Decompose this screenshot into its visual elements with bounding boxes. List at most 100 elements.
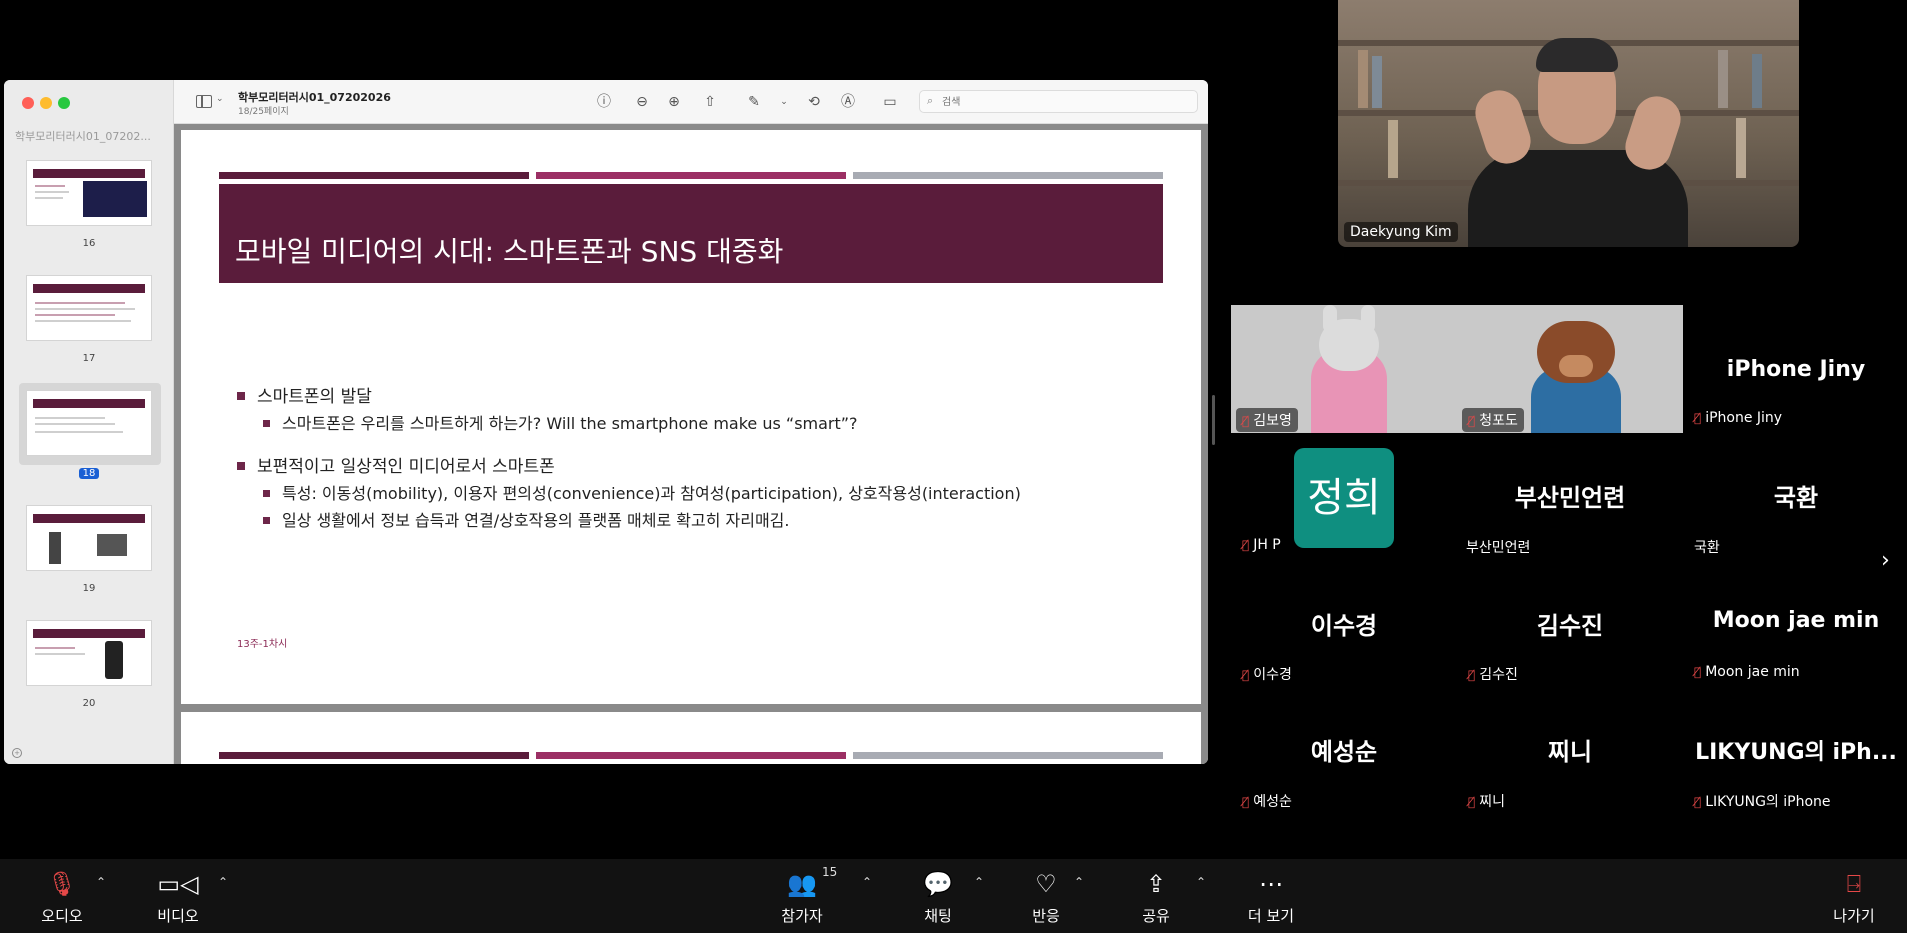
zoom-window-button[interactable] xyxy=(58,97,70,109)
page-thumbnail-19[interactable] xyxy=(26,505,152,571)
close-window-button[interactable] xyxy=(22,97,34,109)
slide-page-18: 모바일 미디어의 시대: 스마트폰과 SNS 대중화 스마트폰의 발달 스마트폰… xyxy=(181,130,1201,704)
participant-name: iPhone Jiny xyxy=(1705,410,1783,426)
form-fill-icon[interactable]: ▭ xyxy=(880,92,900,112)
bullet-level-1: 보편적이고 일상적인 미디어로서 스마트폰 xyxy=(237,452,555,477)
participant-name: 국환 xyxy=(1694,540,1720,556)
chevron-up-icon[interactable]: ⌃ xyxy=(218,875,228,889)
page-number-17: 17 xyxy=(82,353,96,364)
participant-tile[interactable]: Moon jae min xyxy=(1684,590,1907,715)
chat-label: 채팅 xyxy=(924,907,952,925)
leave-button[interactable]: ⍈ 나가기 xyxy=(1822,869,1886,926)
zoom-meeting-window: 학부모리터러시01_07202... 16 17 18 19 20 + ⌄ 학부… xyxy=(0,0,1907,933)
zoom-in-icon[interactable]: ⊕ xyxy=(664,92,684,112)
participant-name-tag: 🎙̸ 김보영 xyxy=(1236,408,1298,432)
title-stripe xyxy=(853,752,1163,759)
bear-avatar-muzzle xyxy=(1559,355,1593,377)
annotate-icon[interactable]: Ⓐ xyxy=(838,92,858,112)
participant-name: 청포도 xyxy=(1479,413,1518,429)
thumb-title-bar xyxy=(33,514,145,523)
avatar-tiles-row xyxy=(1231,305,1683,433)
rotate-icon[interactable]: ⟲ xyxy=(804,92,824,112)
search-box[interactable]: ⌕ xyxy=(919,90,1198,113)
microphone-muted-icon: 🎙̸ xyxy=(1242,414,1250,428)
video-button[interactable]: ▭◁ 비디오 xyxy=(146,869,210,926)
chevron-down-icon[interactable]: ⌄ xyxy=(216,94,224,104)
participant-tile[interactable]: 예성순 xyxy=(1232,716,1456,841)
chevron-up-icon[interactable]: ⌃ xyxy=(1074,875,1084,889)
markup-pen-icon[interactable]: ✎ xyxy=(744,92,764,112)
microphone-muted-icon: 🎙̸ xyxy=(1694,665,1702,679)
chevron-up-icon[interactable]: ⌃ xyxy=(974,875,984,889)
participant-name: 찌니 xyxy=(1479,794,1505,810)
participant-tile[interactable]: 찌니 xyxy=(1458,716,1682,841)
microphone-muted-icon: 🎙̸ xyxy=(1242,795,1250,809)
participant-tile[interactable]: 김수진 xyxy=(1458,590,1682,715)
chevron-up-icon[interactable]: ⌃ xyxy=(1196,875,1206,889)
participant-name: JH P xyxy=(1253,537,1281,553)
minimize-window-button[interactable] xyxy=(40,97,52,109)
thumbnail-sidebar: 학부모리터러시01_07202... 16 17 18 19 20 + xyxy=(4,80,174,764)
participants-label: 참가자 xyxy=(781,907,823,925)
participant-tile[interactable]: 국환 xyxy=(1684,462,1907,587)
thumb-line xyxy=(35,431,123,433)
chevron-right-icon[interactable]: › xyxy=(1881,548,1890,573)
page-thumbnail-17[interactable] xyxy=(26,275,152,341)
chat-button[interactable]: 💬 채팅 xyxy=(906,869,970,926)
bullet-square xyxy=(237,392,245,400)
chevron-up-icon[interactable]: ⌃ xyxy=(96,875,106,889)
participant-name-tag: 🎙̸ 김수진 xyxy=(1462,662,1524,686)
page-thumbnail-20[interactable] xyxy=(26,620,152,686)
participant-name-tag: 🎙̸ 이수경 xyxy=(1236,662,1298,686)
thumb-line xyxy=(35,302,125,304)
page-number-18-badge: 18 xyxy=(78,468,100,479)
participant-name-tag: 부산민언련 xyxy=(1460,535,1537,559)
share-screen-button[interactable]: ⇪ 공유 xyxy=(1124,869,1188,926)
speaker-name-tag: Daekyung Kim xyxy=(1344,222,1458,242)
split-view-resize-handle[interactable] xyxy=(1212,395,1215,445)
share-icon[interactable]: ⇧ xyxy=(700,92,720,112)
participant-tile[interactable]: LIKYUNG의 iPh... xyxy=(1684,716,1907,841)
microphone-muted-icon: 🎙̸ xyxy=(1242,538,1250,552)
participant-name: LIKYUNG의 iPhone xyxy=(1705,794,1831,810)
book xyxy=(1372,56,1382,108)
bullet-text: 보편적이고 일상적인 미디어로서 스마트폰 xyxy=(257,457,555,477)
heart-icon: ♡ xyxy=(1035,870,1057,898)
microphone-muted-icon: 🎙̸ xyxy=(1242,668,1250,682)
audio-label: 오디오 xyxy=(41,907,83,925)
more-dots-icon: ⋯ xyxy=(1259,870,1283,898)
active-speaker-video[interactable]: Daekyung Kim xyxy=(1338,0,1799,247)
reactions-button[interactable]: ♡ 반응 xyxy=(1014,869,1078,926)
sidebar-toggle-icon[interactable] xyxy=(196,95,212,108)
audio-button[interactable]: 🎙 오디오 xyxy=(30,869,94,926)
bullet-level-2: 일상 생활에서 정보 습득과 연결/상호작용의 플랫폼 매체로 확고히 자리매김… xyxy=(263,507,790,531)
search-input[interactable] xyxy=(942,94,1192,110)
thumb-line xyxy=(35,197,63,199)
bullet-level-2: 특성: 이동성(mobility), 이용자 편의성(convenience)과… xyxy=(263,480,1021,504)
participant-tile[interactable]: 부산민언련 xyxy=(1458,462,1682,587)
participant-display-name: 이수경 xyxy=(1310,612,1378,640)
document-scroll-area[interactable]: 모바일 미디어의 시대: 스마트폰과 SNS 대중화 스마트폰의 발달 스마트폰… xyxy=(174,124,1208,764)
zoom-out-icon[interactable]: ⊖ xyxy=(632,92,652,112)
page-number-16: 16 xyxy=(82,238,96,249)
microphone-muted-icon: 🎙̸ xyxy=(1468,414,1476,428)
participant-display-name: 예성순 xyxy=(1310,738,1378,766)
thumb-phone-image xyxy=(49,532,61,564)
page-thumbnail-18[interactable] xyxy=(26,390,152,456)
chat-bubble-icon: 💬 xyxy=(923,870,953,898)
chevron-down-icon[interactable]: ⌄ xyxy=(774,92,794,112)
participant-display-name: 찌니 xyxy=(1547,738,1593,766)
participant-count: 15 xyxy=(822,865,838,879)
add-page-icon[interactable]: + xyxy=(12,748,22,758)
chevron-up-icon[interactable]: ⌃ xyxy=(862,875,872,889)
participant-tile[interactable]: 이수경 xyxy=(1232,590,1456,715)
slide-title-band: 모바일 미디어의 시대: 스마트폰과 SNS 대중화 xyxy=(219,184,1163,283)
thumb-title-bar xyxy=(33,169,145,178)
more-button[interactable]: ⋯ 더 보기 xyxy=(1236,869,1306,926)
bullet-level-1: 스마트폰의 발달 xyxy=(237,382,372,407)
page-thumbnail-16[interactable] xyxy=(26,160,152,226)
search-icon: ⌕ xyxy=(927,94,934,107)
info-icon[interactable]: ⓘ xyxy=(594,92,614,112)
participant-display-name: 국환 xyxy=(1773,484,1819,512)
book xyxy=(1752,54,1762,108)
